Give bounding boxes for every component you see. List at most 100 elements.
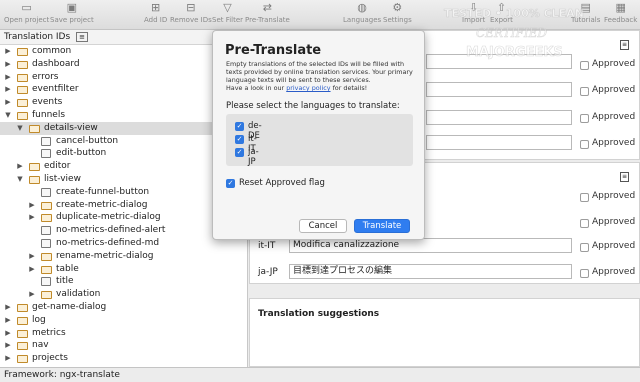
tree-id-item[interactable]: no-metrics-defined-md bbox=[0, 237, 247, 250]
pre-translate-button[interactable]: ⇄ Pre-Translate bbox=[245, 2, 290, 25]
tree-folder-item[interactable]: ▼ funnels bbox=[0, 109, 247, 122]
tree-folder-item[interactable]: ▶ get-name-dialog bbox=[0, 301, 247, 314]
collapsed-arrow-icon[interactable]: ▶ bbox=[28, 211, 36, 224]
collapsed-arrow-icon[interactable]: ▶ bbox=[28, 263, 36, 276]
approved-label: Approved bbox=[592, 241, 636, 251]
translation-field[interactable]: 目標到達プロセスの編集 bbox=[289, 264, 572, 279]
approved-label: Approved bbox=[592, 112, 636, 122]
approved-checkbox[interactable] bbox=[580, 61, 589, 70]
tree-item-label: create-funnel-button bbox=[56, 186, 150, 197]
tree-folder-item[interactable]: ▶ common bbox=[0, 45, 247, 58]
translation-field[interactable] bbox=[426, 135, 572, 150]
tree-folder-item[interactable]: ▶ log bbox=[0, 314, 247, 327]
approved-checkbox[interactable] bbox=[580, 193, 589, 202]
list-view-icon[interactable]: ≡ bbox=[76, 32, 88, 42]
tree-item-label: get-name-dialog bbox=[32, 301, 107, 312]
tree-folder-item[interactable]: ▶ eventfilter bbox=[0, 83, 247, 96]
tree-folder-item[interactable]: ▶ validation bbox=[0, 288, 247, 301]
folder-icon bbox=[17, 60, 28, 69]
checkbox-checked-icon[interactable]: ✓ bbox=[226, 179, 235, 188]
doc-icon[interactable]: ≡ bbox=[620, 172, 629, 182]
translation-field[interactable] bbox=[426, 54, 572, 69]
reset-approved-label: Reset Approved flag bbox=[239, 178, 325, 188]
tree-folder-item[interactable]: ▶ nav bbox=[0, 339, 247, 352]
checkbox-checked-icon[interactable]: ✓ bbox=[235, 122, 244, 131]
approved-checkbox[interactable] bbox=[580, 140, 589, 149]
collapsed-arrow-icon[interactable]: ▶ bbox=[4, 301, 12, 314]
settings-button[interactable]: ⚙ Settings bbox=[383, 2, 412, 25]
folder-icon bbox=[41, 291, 52, 300]
import-button[interactable]: ⇩ Import bbox=[462, 2, 485, 25]
expanded-arrow-icon[interactable]: ▼ bbox=[16, 173, 24, 186]
remove-ids-button[interactable]: ⊟ Remove IDs bbox=[170, 2, 212, 25]
tree-folder-item[interactable]: ▶ metrics bbox=[0, 327, 247, 340]
languages-button[interactable]: ◍ Languages bbox=[343, 2, 381, 25]
tree-item-label: funnels bbox=[32, 109, 66, 120]
tree-item-label: common bbox=[32, 46, 72, 56]
add-id-button[interactable]: ⊞ Add ID bbox=[144, 1, 167, 25]
expanded-arrow-icon[interactable]: ▼ bbox=[4, 109, 12, 122]
collapsed-arrow-icon[interactable]: ▶ bbox=[4, 96, 12, 109]
tree-folder-item[interactable]: ▶ editor bbox=[0, 160, 247, 173]
collapsed-arrow-icon[interactable]: ▶ bbox=[28, 199, 36, 212]
collapsed-arrow-icon[interactable]: ▶ bbox=[4, 45, 12, 58]
approved-checkbox[interactable] bbox=[580, 243, 589, 252]
tree-folder-item[interactable]: ▶ duplicate-metric-dialog bbox=[0, 211, 247, 224]
tree-id-item[interactable]: no-metrics-defined-alert bbox=[0, 224, 247, 237]
checkbox-checked-icon[interactable]: ✓ bbox=[235, 135, 244, 144]
tree-folder-item[interactable]: ▶ dashboard bbox=[0, 58, 247, 71]
dialog-title: Pre-Translate bbox=[225, 43, 322, 58]
collapsed-arrow-icon[interactable]: ▶ bbox=[4, 352, 12, 365]
checkbox-checked-icon[interactable]: ✓ bbox=[235, 148, 244, 157]
tree-folder-item[interactable]: ▶ table bbox=[0, 263, 247, 276]
save-project-button[interactable]: ▣ Save project bbox=[50, 2, 94, 25]
toolbar: ▭ Open project ▣ Save project ⊞ Add ID ⊟… bbox=[0, 0, 640, 30]
collapsed-arrow-icon[interactable]: ▶ bbox=[4, 314, 12, 327]
approved-checkbox[interactable] bbox=[580, 114, 589, 123]
tree-folder-item[interactable]: ▶ rename-metric-dialog bbox=[0, 250, 247, 263]
collapsed-arrow-icon[interactable]: ▶ bbox=[4, 71, 12, 84]
tree-id-item[interactable]: title bbox=[0, 275, 247, 288]
language-label: ja-JP bbox=[248, 147, 259, 167]
collapsed-arrow-icon[interactable]: ▶ bbox=[4, 83, 12, 96]
collapsed-arrow-icon[interactable]: ▶ bbox=[16, 160, 24, 173]
add-id-icon: ⊞ bbox=[151, 1, 161, 14]
status-bar: Framework: ngx-translate bbox=[0, 367, 640, 382]
approved-checkbox[interactable] bbox=[580, 269, 589, 278]
collapsed-arrow-icon[interactable]: ▶ bbox=[4, 339, 12, 352]
expanded-arrow-icon[interactable]: ▼ bbox=[16, 122, 24, 135]
folder-icon bbox=[17, 316, 28, 325]
tree-folder-item[interactable]: ▼ details-view bbox=[0, 121, 247, 135]
tree-folder-item[interactable]: ▶ projects bbox=[0, 352, 247, 365]
tree-id-item[interactable]: cancel-button bbox=[0, 135, 247, 148]
cancel-button[interactable]: Cancel bbox=[299, 219, 347, 233]
folder-icon bbox=[41, 201, 52, 210]
tree-id-item[interactable]: create-funnel-button bbox=[0, 186, 247, 199]
language-code: ja-JP bbox=[258, 267, 278, 277]
panel-header: Translation IDs ≡ bbox=[0, 30, 247, 45]
collapsed-arrow-icon[interactable]: ▶ bbox=[28, 250, 36, 263]
collapsed-arrow-icon[interactable]: ▶ bbox=[28, 288, 36, 301]
tree-item-label: editor bbox=[44, 161, 71, 172]
collapsed-arrow-icon[interactable]: ▶ bbox=[4, 327, 12, 340]
privacy-policy-link[interactable]: privacy policy bbox=[286, 84, 330, 92]
approved-checkbox[interactable] bbox=[580, 219, 589, 228]
tree-folder-item[interactable]: ▶ events bbox=[0, 96, 247, 109]
open-project-button[interactable]: ▭ Open project bbox=[4, 2, 49, 25]
doc-icon[interactable]: ≡ bbox=[620, 40, 629, 50]
export-button[interactable]: ⇧ Export bbox=[490, 2, 513, 25]
translate-button[interactable]: Translate bbox=[354, 219, 410, 233]
tree-id-item[interactable]: edit-button bbox=[0, 147, 247, 160]
tree-folder-item[interactable]: ▶ errors bbox=[0, 71, 247, 84]
tutorials-button[interactable]: ▤ Tutorials bbox=[571, 2, 600, 25]
set-filter-button[interactable]: ▽ Set Filter bbox=[212, 2, 243, 25]
translation-field[interactable] bbox=[426, 110, 572, 125]
panel-title: Translation IDs bbox=[4, 32, 71, 42]
translation-field[interactable] bbox=[426, 82, 572, 97]
tree-folder-item[interactable]: ▶ create-metric-dialog bbox=[0, 199, 247, 212]
collapsed-arrow-icon[interactable]: ▶ bbox=[4, 58, 12, 71]
tree-folder-item[interactable]: ▼ list-view bbox=[0, 173, 247, 186]
feedback-button[interactable]: ▦ Feedback bbox=[604, 2, 637, 25]
approved-checkbox[interactable] bbox=[580, 87, 589, 96]
translation-field[interactable]: Modifica canalizzazione bbox=[289, 238, 572, 253]
